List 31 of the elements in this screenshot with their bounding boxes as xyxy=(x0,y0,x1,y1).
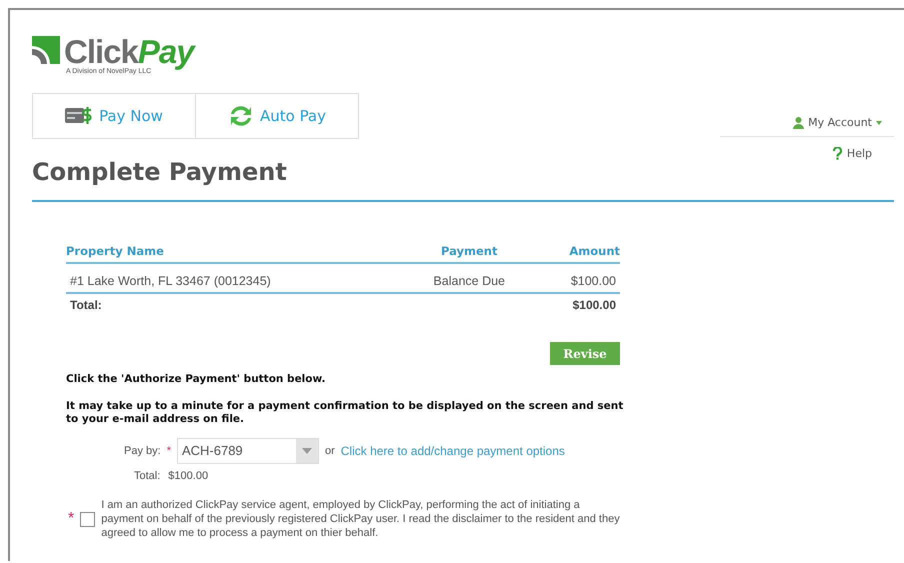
required-mark: * xyxy=(68,510,74,528)
total-label: Total: xyxy=(70,298,102,312)
agreement-text: I am an authorized ClickPay service agent, employed by ClickPay, performing the act of initiating a payment on behalf of the previously registered ClickPay user. I read the disclaimer to the resident and they agreed to allow me to process a payment on thier behalf. xyxy=(101,498,620,540)
or-text: or xyxy=(324,445,335,457)
question-icon xyxy=(832,147,842,160)
payment-select[interactable]: ACH-6789 xyxy=(176,438,319,464)
total-amount: $100.00 xyxy=(572,298,616,312)
page-title: Complete Payment xyxy=(32,158,894,202)
agreement-checkbox[interactable] xyxy=(80,512,96,526)
logo-icon xyxy=(32,36,60,64)
caret-icon xyxy=(876,120,882,124)
table-cell: $100.00 xyxy=(570,274,616,288)
payment-options-link[interactable]: Click here to add/change payment options xyxy=(340,444,565,458)
pay-by-label: Pay by: xyxy=(124,445,161,457)
column-header: Amount xyxy=(569,244,620,258)
dropdown-arrow-icon xyxy=(302,448,312,454)
required-mark: * xyxy=(166,445,171,457)
pay-total-label: Total: xyxy=(134,470,160,482)
logo-wordmark: ClickPay xyxy=(64,36,194,68)
user-icon xyxy=(793,116,804,128)
account-menu[interactable]: My Account xyxy=(720,112,894,137)
column-header: Property Name xyxy=(66,244,164,258)
table-cell: Balance Due xyxy=(433,274,505,288)
column-header: Payment xyxy=(440,244,498,258)
revise-button[interactable]: Revise xyxy=(550,342,620,365)
help-link[interactable]: Help xyxy=(832,147,872,160)
pay-total-value: $100.00 xyxy=(168,470,208,482)
instruction-text: It may take up to a minute for a payment confirmation to be displayed on the screen and sent to your e-mail address on file. xyxy=(66,400,624,426)
card-dollar-icon xyxy=(65,107,94,125)
instruction-text: Click the 'Authorize Payment' button below. xyxy=(66,373,327,386)
table-cell: #1 Lake Worth, FL 33467 (0012345) xyxy=(70,274,271,288)
